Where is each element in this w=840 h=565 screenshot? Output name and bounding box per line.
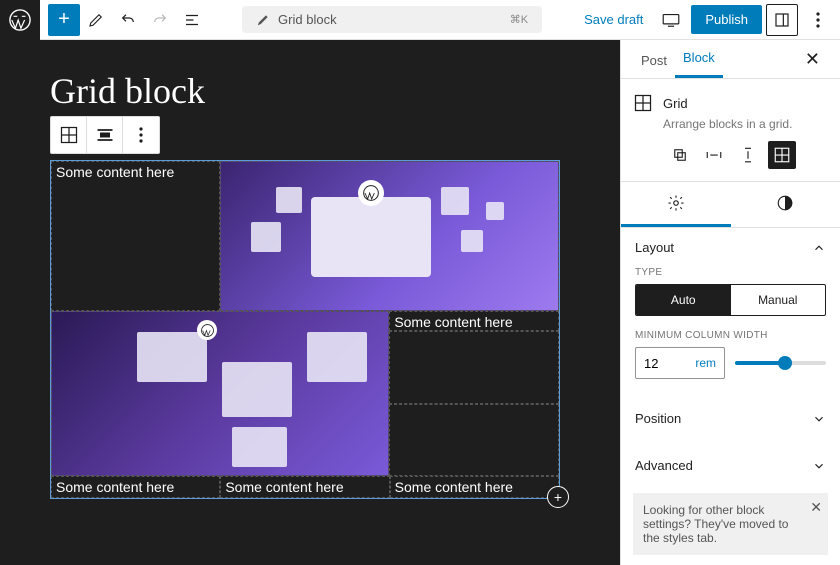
grid-icon xyxy=(633,93,653,113)
tab-block[interactable]: Block xyxy=(675,40,723,78)
settings-sidebar: Post Block ✕ Grid Arrange blocks in a gr… xyxy=(620,40,840,565)
dismiss-hint-icon[interactable]: ✕ xyxy=(810,499,822,516)
advanced-section-header[interactable]: Advanced xyxy=(621,446,840,485)
preview-icon[interactable] xyxy=(655,4,687,36)
tab-post[interactable]: Post xyxy=(633,43,675,78)
edit-tool-icon[interactable] xyxy=(80,4,112,36)
more-options-icon[interactable] xyxy=(802,4,834,36)
type-label: TYPE xyxy=(635,267,826,278)
chevron-up-icon xyxy=(812,241,826,255)
save-draft-button[interactable]: Save draft xyxy=(576,6,651,33)
min-col-width-label: MINIMUM COLUMN WIDTH xyxy=(635,330,826,341)
editor-canvas[interactable]: Grid block Some content here xyxy=(0,40,620,565)
block-description: Arrange blocks in a grid. xyxy=(663,117,828,131)
settings-tab-icon[interactable] xyxy=(621,182,731,227)
shortcut-label: ⌘K xyxy=(510,13,528,26)
grid-cell[interactable]: Some content here xyxy=(390,476,559,498)
transform-grid-icon[interactable] xyxy=(768,141,796,169)
grid-cell[interactable]: Some content here xyxy=(51,476,220,498)
wordpress-logo[interactable] xyxy=(0,0,40,40)
block-name: Grid xyxy=(663,96,688,111)
document-title-text: Grid block xyxy=(278,12,337,27)
grid-block-icon[interactable] xyxy=(51,117,87,153)
layout-section-header[interactable]: Layout xyxy=(621,228,840,267)
undo-icon[interactable] xyxy=(112,4,144,36)
pen-icon xyxy=(256,13,270,27)
post-title[interactable]: Grid block xyxy=(50,70,600,112)
publish-button[interactable]: Publish xyxy=(691,5,762,34)
layout-type-manual[interactable]: Manual xyxy=(731,285,826,315)
grid-cell-image[interactable] xyxy=(220,161,559,311)
settings-hint: Looking for other block settings? They'v… xyxy=(633,493,828,555)
document-overview-icon[interactable] xyxy=(176,4,208,36)
grid-cell[interactable]: Some content here xyxy=(51,161,220,311)
styles-tab-icon[interactable] xyxy=(731,182,840,227)
grid-cell[interactable]: Some content here xyxy=(220,476,389,498)
min-column-width-input[interactable]: rem xyxy=(635,347,725,379)
grid-cell[interactable] xyxy=(389,404,559,477)
unit-selector[interactable]: rem xyxy=(695,356,716,370)
close-sidebar-icon[interactable]: ✕ xyxy=(797,41,828,78)
grid-cell[interactable]: Some content here xyxy=(389,311,559,331)
settings-panel-toggle-icon[interactable] xyxy=(766,4,798,36)
editor-top-toolbar: + Grid block ⌘K Save draft Publish xyxy=(0,0,840,40)
transform-row-icon[interactable] xyxy=(700,141,728,169)
add-block-button[interactable]: + xyxy=(48,4,80,36)
position-section-header[interactable]: Position xyxy=(621,399,840,438)
grid-block[interactable]: Some content here xyxy=(50,160,560,499)
chevron-down-icon xyxy=(812,459,826,473)
min-column-width-slider[interactable] xyxy=(735,347,826,379)
document-title-bar[interactable]: Grid block ⌘K xyxy=(242,6,542,33)
block-toolbar xyxy=(50,116,160,154)
transform-group-icon[interactable] xyxy=(666,141,694,169)
grid-cell-image[interactable] xyxy=(51,311,389,476)
more-block-options-icon[interactable] xyxy=(123,117,159,153)
chevron-down-icon xyxy=(812,412,826,426)
align-icon[interactable] xyxy=(87,117,123,153)
add-block-inline-button[interactable]: + xyxy=(547,486,569,508)
transform-stack-icon[interactable] xyxy=(734,141,762,169)
redo-icon[interactable] xyxy=(144,4,176,36)
layout-type-toggle: Auto Manual xyxy=(635,284,826,316)
layout-type-auto[interactable]: Auto xyxy=(636,285,731,315)
grid-cell[interactable] xyxy=(389,331,559,404)
